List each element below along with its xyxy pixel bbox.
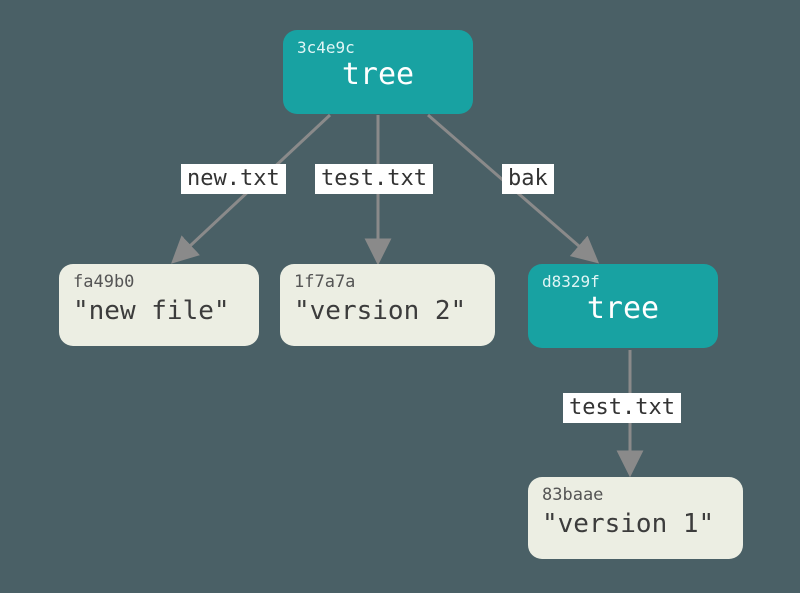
node-hash: 3c4e9c (297, 38, 459, 57)
node-hash: 83baae (542, 485, 729, 505)
node-type: tree (542, 291, 704, 326)
node-root-tree: 3c4e9c tree (283, 30, 473, 114)
node-hash: d8329f (542, 272, 704, 291)
node-content: "version 1" (542, 509, 729, 539)
git-tree-diagram: 3c4e9c tree new.txt test.txt bak fa49b0 … (0, 0, 800, 593)
node-subtree: d8329f tree (528, 264, 718, 348)
edge-label-sub-test-txt: test.txt (563, 393, 681, 423)
node-content: "version 2" (294, 296, 481, 326)
node-hash: 1f7a7a (294, 272, 481, 292)
node-hash: fa49b0 (73, 272, 245, 292)
edge-label-test-txt: test.txt (315, 164, 433, 194)
node-content: "new file" (73, 296, 245, 326)
edge-label-new-txt: new.txt (181, 164, 286, 194)
node-blob-test: 1f7a7a "version 2" (280, 264, 495, 346)
node-blob-v1: 83baae "version 1" (528, 477, 743, 559)
node-blob-new: fa49b0 "new file" (59, 264, 259, 346)
node-type: tree (297, 57, 459, 92)
edge-label-bak: bak (502, 164, 554, 194)
